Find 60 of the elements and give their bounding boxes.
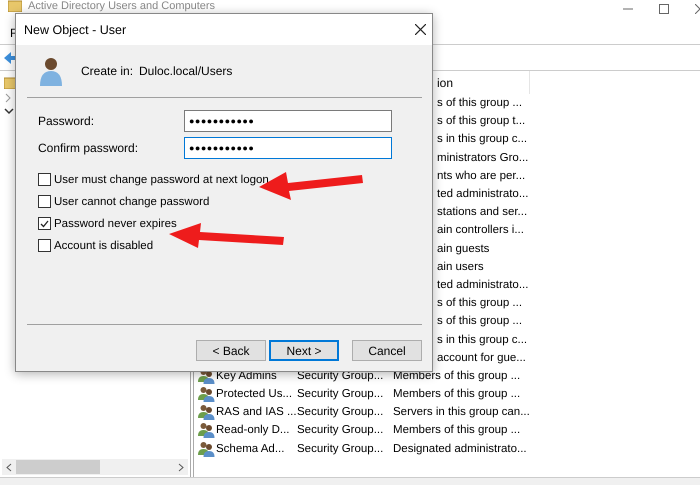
table-cell: s of this group ... bbox=[437, 97, 522, 110]
table-cell: Members of this group ... bbox=[393, 370, 520, 382]
table-cell: s of this group t... bbox=[437, 115, 526, 128]
horizontal-scrollbar[interactable] bbox=[2, 459, 188, 475]
table-cell-text: Security Group... bbox=[297, 388, 384, 400]
table-cell: stations and ser... bbox=[437, 206, 528, 218]
dialog-button[interactable]: Cancel bbox=[352, 340, 422, 361]
dialog-title: New Object - User bbox=[24, 22, 126, 36]
group-icon bbox=[198, 404, 215, 420]
dialog-button[interactable]: Next > bbox=[269, 340, 339, 361]
table-cell: s of this group ... bbox=[437, 315, 522, 328]
column-header[interactable]: ion bbox=[437, 76, 454, 90]
table-cell: Members of this group ... bbox=[393, 388, 520, 400]
group-icon bbox=[198, 422, 215, 438]
password-field[interactable]: ●●●●●●●●●●● bbox=[184, 137, 392, 159]
table-cell: Members of this group ... bbox=[393, 424, 520, 436]
table-cell-text: Protected Us... bbox=[216, 388, 294, 400]
table-cell: s in this group c... bbox=[437, 334, 528, 346]
field-label: Password: bbox=[38, 114, 96, 128]
table-cell: s of this group ... bbox=[437, 297, 522, 310]
table-cell: ain guests bbox=[437, 242, 490, 255]
chevron-right-icon[interactable] bbox=[178, 462, 184, 472]
user-icon bbox=[39, 56, 63, 86]
chevron-down-icon[interactable] bbox=[4, 107, 14, 115]
table-cell: ted administrato... bbox=[437, 188, 528, 200]
table-cell: ted administrato... bbox=[437, 278, 528, 291]
table-cell: nts who are per... bbox=[437, 170, 526, 182]
table-cell-text: Security Group... bbox=[297, 406, 384, 418]
password-field[interactable]: ●●●●●●●●●●● bbox=[184, 110, 392, 132]
group-icon bbox=[198, 440, 215, 457]
folder-icon bbox=[8, 0, 22, 12]
field-label: Confirm password: bbox=[38, 141, 140, 155]
table-cell: ain users bbox=[437, 260, 484, 273]
checkbox-label[interactable]: User cannot change password bbox=[54, 196, 210, 208]
table-cell-text: Schema Ad... bbox=[216, 442, 286, 455]
table-cell: account for gue... bbox=[437, 352, 526, 364]
chevron-right-icon[interactable] bbox=[4, 93, 12, 103]
table-cell: RAS and IAS ... bbox=[216, 406, 297, 418]
table-cell: Designated administrato... bbox=[393, 442, 527, 455]
chevron-left-icon[interactable] bbox=[6, 462, 12, 472]
checkbox[interactable] bbox=[38, 217, 51, 230]
checkbox[interactable] bbox=[38, 173, 51, 186]
checkbox-label[interactable]: User must change password at next logon bbox=[54, 174, 269, 186]
checkbox[interactable] bbox=[38, 239, 51, 252]
container-path: Duloc.local/Users bbox=[139, 64, 232, 78]
window-title: Active Directory Users and Computers bbox=[28, 0, 216, 12]
dialog-button[interactable]: < Back bbox=[196, 340, 266, 361]
table-cell-text: Read-only D... bbox=[216, 424, 291, 436]
checkbox-label[interactable]: Account is disabled bbox=[54, 240, 154, 252]
table-cell-text: Security Group... bbox=[297, 442, 384, 455]
checkbox[interactable] bbox=[38, 195, 51, 208]
table-cell-text: Security Group... bbox=[297, 424, 384, 436]
group-icon bbox=[198, 386, 215, 402]
table-cell: s in this group c... bbox=[437, 133, 528, 146]
table-cell: ain controllers i... bbox=[437, 224, 524, 236]
create-in-label: Create in: bbox=[81, 64, 134, 78]
table-cell: ministrators Gro... bbox=[437, 152, 528, 164]
table-cell: Servers in this group can... bbox=[393, 406, 530, 418]
maximize-icon[interactable] bbox=[659, 4, 669, 14]
checkbox-label[interactable]: Password never expires bbox=[54, 218, 177, 230]
